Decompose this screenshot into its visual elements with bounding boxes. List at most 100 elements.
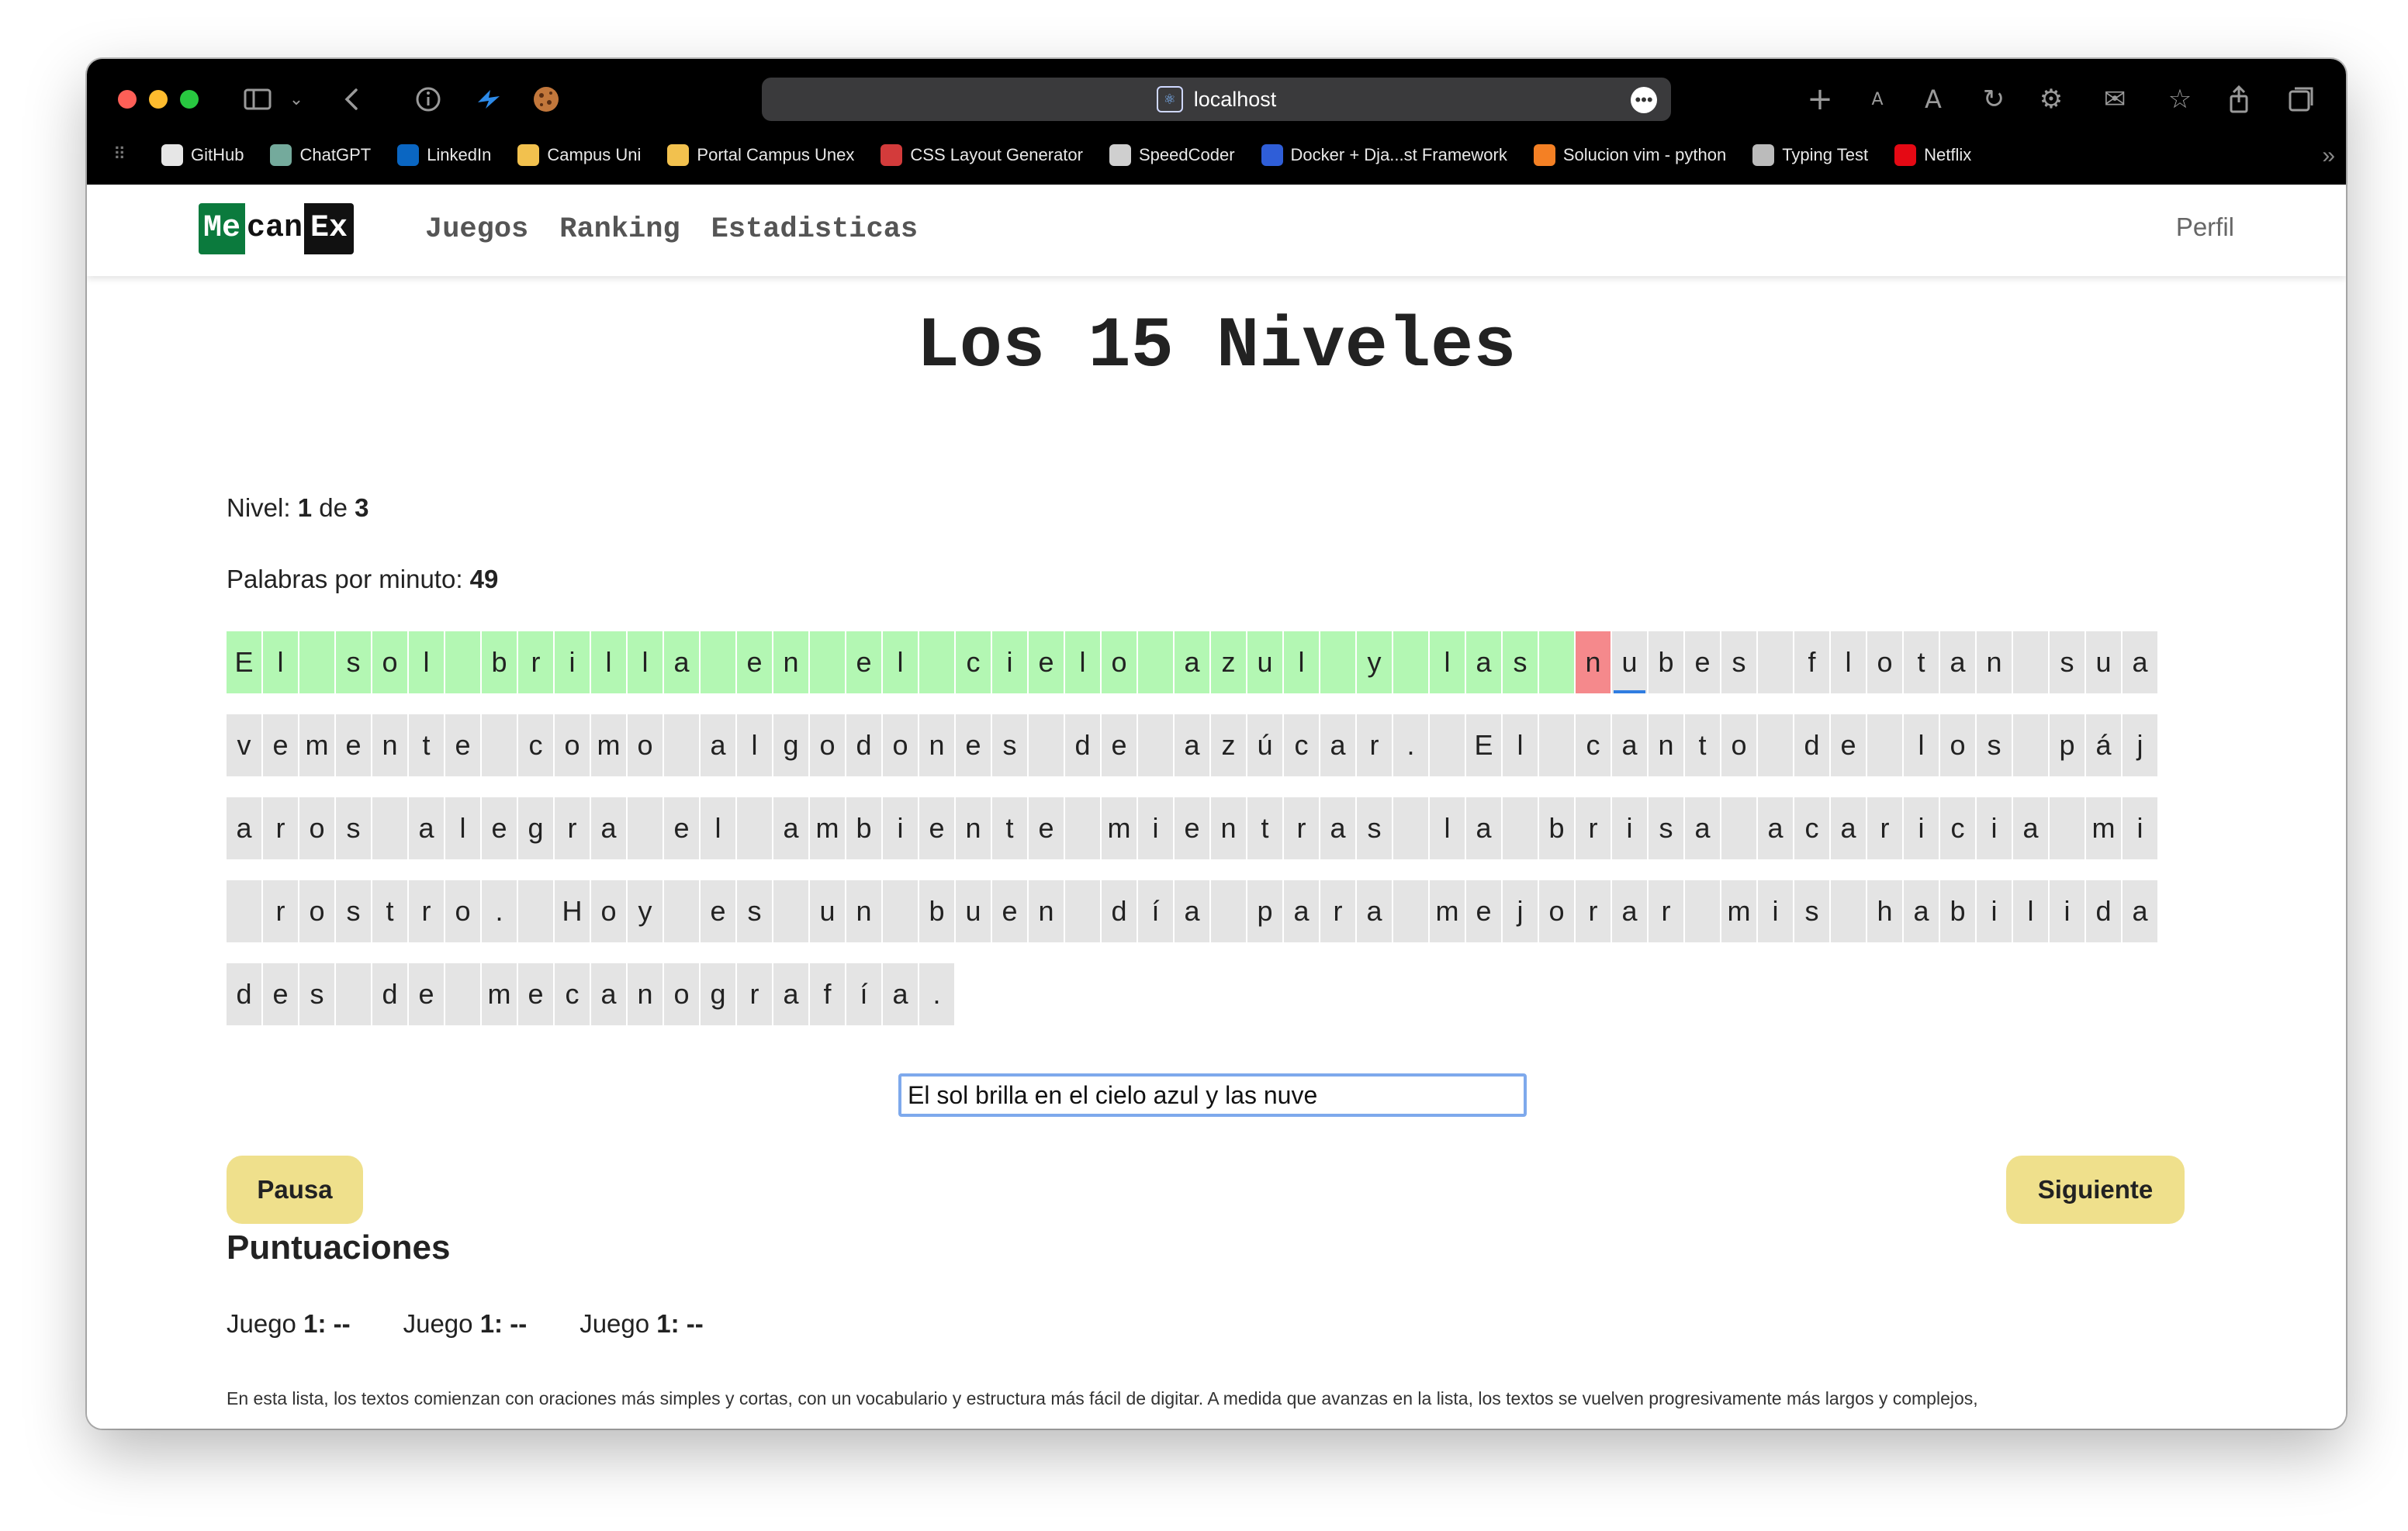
text-char: o <box>445 880 480 942</box>
level-indicator: Nivel: 1 de 3 <box>227 493 368 523</box>
bookmark-label: CSS Layout Generator <box>910 145 1083 164</box>
text-char: h <box>1867 880 1902 942</box>
text-char: o <box>1721 714 1756 776</box>
scores-list: Juego 1: -- Juego 1: -- Juego 1: -- <box>227 1309 704 1339</box>
text-char <box>883 880 918 942</box>
text-larger-icon[interactable]: A <box>1915 81 1952 118</box>
text-char: d <box>1794 714 1829 776</box>
bookmark-item[interactable]: CSS Layout Generator <box>881 144 1083 166</box>
bookmark-item[interactable]: Solucion vim - python <box>1533 144 1727 166</box>
text-char: l <box>1503 714 1538 776</box>
text-char: i <box>1612 797 1647 859</box>
mecanex-logo[interactable]: Me can Ex <box>199 203 355 254</box>
text-char: a <box>591 963 626 1025</box>
text-char: m <box>1721 880 1756 942</box>
text-char: b <box>846 797 881 859</box>
text-char <box>372 797 407 859</box>
text-char <box>1831 880 1866 942</box>
minimize-window-button[interactable] <box>149 90 168 109</box>
nav-link-juegos[interactable]: Juegos <box>425 213 528 246</box>
text-char <box>1430 714 1465 776</box>
text-char: a <box>773 797 808 859</box>
text-char: r <box>263 797 298 859</box>
bookmark-label: Solucion vim - python <box>1562 145 1727 164</box>
nav-link-estadisticas[interactable]: Estadisticas <box>711 213 918 246</box>
text-smaller-icon[interactable]: A <box>1859 81 1896 118</box>
mail-icon[interactable]: ✉ <box>2096 81 2133 118</box>
text-char: b <box>919 880 954 942</box>
text-char: m <box>810 797 845 859</box>
text-char: i <box>1758 880 1793 942</box>
text-char: o <box>555 714 590 776</box>
bookmark-item[interactable]: Portal Campus Unex <box>667 144 854 166</box>
pause-button[interactable]: Pausa <box>227 1156 363 1224</box>
chevron-down-icon[interactable]: ⌄ <box>278 81 315 118</box>
react-site-icon: ⚛ <box>1156 86 1183 112</box>
bookmark-item[interactable]: LinkedIn <box>397 144 491 166</box>
more-options-icon[interactable]: ••• <box>1631 87 1657 113</box>
text-char: d <box>1102 880 1137 942</box>
profile-link[interactable]: Perfil <box>2176 213 2234 242</box>
text-char: n <box>919 714 954 776</box>
reload-icon[interactable]: ↻ <box>1975 81 2012 118</box>
score-item: Juego 1: -- <box>580 1309 704 1339</box>
extension-shark-icon[interactable] <box>470 81 507 118</box>
text-char: b <box>1649 631 1683 693</box>
bookmark-label: Netflix <box>1924 145 1972 164</box>
text-char: e <box>956 714 991 776</box>
text-char <box>2013 631 2048 693</box>
text-char: n <box>1211 797 1246 859</box>
bookmark-item[interactable]: Campus Uni <box>517 144 641 166</box>
text-char: e <box>1685 631 1720 693</box>
text-char <box>1685 880 1720 942</box>
text-char: b <box>1940 880 1975 942</box>
share-icon[interactable] <box>2220 81 2258 118</box>
bookmark-item[interactable]: ChatGPT <box>270 144 371 166</box>
text-char <box>1539 631 1574 693</box>
text-char: n <box>1977 631 2012 693</box>
text-char: l <box>883 631 918 693</box>
bookmark-item[interactable]: Docker + Dja...st Framework <box>1261 144 1507 166</box>
back-arrow-icon[interactable] <box>334 81 371 118</box>
level-total: 3 <box>355 493 369 522</box>
typing-input[interactable] <box>898 1073 1527 1117</box>
text-char: s <box>992 714 1027 776</box>
nav-link-ranking[interactable]: Ranking <box>559 213 680 246</box>
bookmark-item[interactable]: Typing Test <box>1752 144 1868 166</box>
text-char: . <box>482 880 517 942</box>
logo-part-me: Me <box>199 203 246 254</box>
text-char: o <box>1867 631 1902 693</box>
extension-cookie-icon[interactable] <box>528 81 565 118</box>
bookmarks-bar: ⠿ GitHub ChatGPT LinkedIn Campus Uni Portal … <box>87 140 2346 171</box>
next-button[interactable]: Siguiente <box>2006 1156 2185 1224</box>
close-window-button[interactable] <box>118 90 137 109</box>
text-char: n <box>956 797 991 859</box>
address-bar[interactable]: ⚛ localhost ••• <box>762 78 1671 121</box>
text-char: a <box>773 963 808 1025</box>
sidebar-toggle-icon[interactable] <box>239 81 276 118</box>
bookmark-label: SpeedCoder <box>1138 145 1235 164</box>
zoom-window-button[interactable] <box>180 90 199 109</box>
text-char: e <box>1175 797 1209 859</box>
settings-gear-icon[interactable]: ⚙ <box>2033 81 2070 118</box>
bookmark-item[interactable]: Netflix <box>1894 144 1971 166</box>
star-icon[interactable]: ☆ <box>2161 81 2199 118</box>
text-char: i <box>1977 797 2012 859</box>
double-chevron-right-icon[interactable]: » <box>2322 143 2335 169</box>
text-char: j <box>1503 880 1538 942</box>
bookmark-item[interactable]: GitHub <box>161 144 244 166</box>
text-char: i <box>1138 797 1173 859</box>
new-tab-icon[interactable]: + <box>1801 81 1839 118</box>
text-char <box>227 880 261 942</box>
bookmark-label: Campus Uni <box>547 145 642 164</box>
bookmark-item[interactable]: SpeedCoder <box>1109 144 1235 166</box>
logo-part-ex: Ex <box>304 203 355 254</box>
apps-grid-icon[interactable]: ⠿ <box>113 144 135 166</box>
text-char: r <box>1284 797 1319 859</box>
text-char: a <box>1357 880 1392 942</box>
text-char: u <box>2086 631 2121 693</box>
tabs-overview-icon[interactable] <box>2282 81 2320 118</box>
text-char: l <box>1065 631 1100 693</box>
info-icon[interactable] <box>410 81 447 118</box>
text-char: r <box>1320 880 1355 942</box>
